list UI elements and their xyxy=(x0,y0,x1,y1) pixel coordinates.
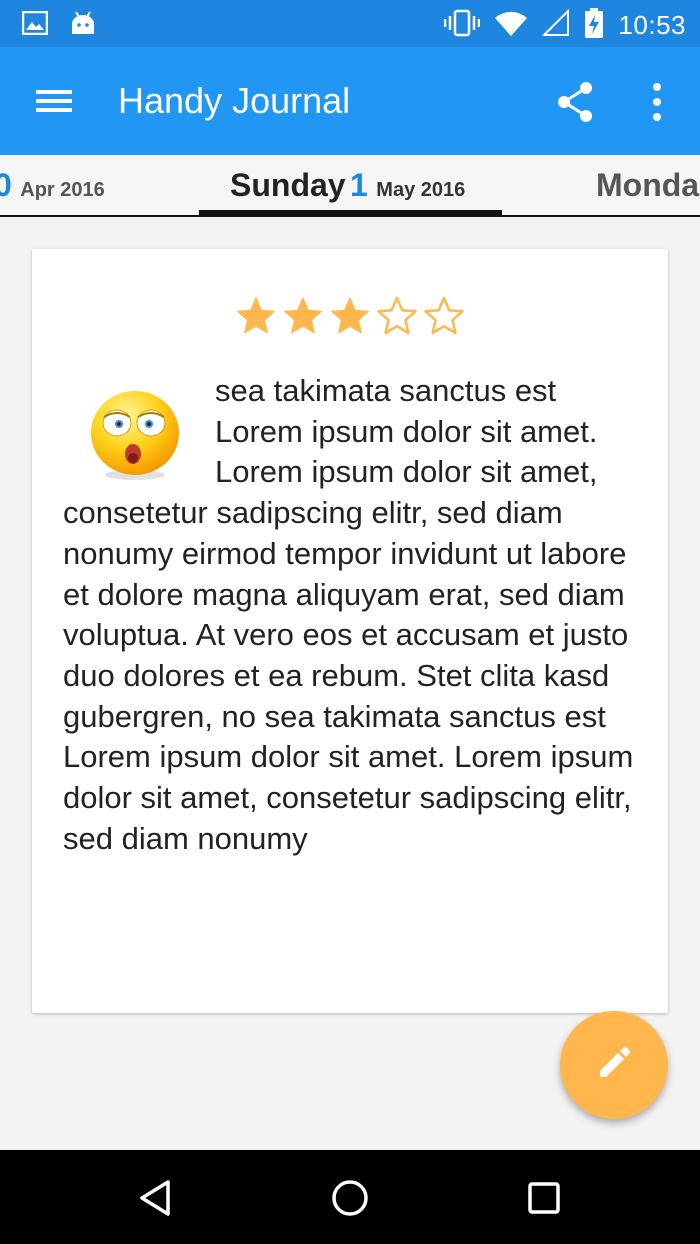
date-tab-day-number: 0 xyxy=(0,167,12,203)
back-icon xyxy=(132,1180,180,1226)
app-bar: Handy Journal xyxy=(0,47,700,155)
share-button[interactable] xyxy=(552,79,600,125)
android-icon xyxy=(70,10,96,41)
date-tab-month-year: May 2016 xyxy=(376,179,466,201)
menu-icon xyxy=(30,90,78,125)
clock: 10:53 xyxy=(618,10,686,40)
vibrate-icon xyxy=(444,9,481,42)
star-filled-icon[interactable] xyxy=(330,296,370,336)
home-icon xyxy=(326,1180,374,1226)
navigation-bar xyxy=(0,1150,700,1244)
image-icon xyxy=(21,10,49,40)
status-bar: 10:53 xyxy=(0,0,700,47)
more-options-button[interactable] xyxy=(640,79,674,125)
journal-entry-card[interactable]: sea takimata sanctus est Lorem ipsum dol… xyxy=(32,249,668,1013)
more-vert-icon xyxy=(640,83,674,129)
date-tab-previous[interactable]: 0 Apr 2016 xyxy=(0,167,105,204)
entry-body: sea takimata sanctus est Lorem ipsum dol… xyxy=(63,371,643,859)
menu-button[interactable] xyxy=(30,81,78,121)
date-tab-current[interactable]: Sunday 1 May 2016 xyxy=(230,167,465,204)
star-filled-icon[interactable] xyxy=(283,296,323,336)
shocked-face-icon xyxy=(87,387,183,483)
back-button[interactable] xyxy=(132,1174,180,1222)
star-empty-icon[interactable] xyxy=(377,296,417,336)
star-filled-icon[interactable] xyxy=(236,296,276,336)
wifi-icon xyxy=(494,9,528,42)
edit-entry-button[interactable] xyxy=(560,1011,668,1119)
recents-icon xyxy=(520,1182,568,1226)
app-title: Handy Journal xyxy=(118,80,351,121)
star-rating[interactable] xyxy=(236,296,464,336)
recents-button[interactable] xyxy=(520,1174,568,1222)
date-tab-day-name: Monda xyxy=(596,167,700,203)
date-tab-next[interactable]: Monda xyxy=(596,167,699,204)
star-empty-icon[interactable] xyxy=(424,296,464,336)
home-button[interactable] xyxy=(326,1174,374,1222)
tab-indicator xyxy=(199,210,502,215)
date-tab-month-year: Apr 2016 xyxy=(20,179,105,201)
share-icon xyxy=(552,82,600,129)
date-tabs: 0 Apr 2016 Sunday 1 May 2016 Monda xyxy=(0,155,700,217)
date-tab-day-name: Sunday xyxy=(230,167,346,203)
signal-icon xyxy=(542,8,570,42)
date-tab-day-number: 1 xyxy=(350,167,368,203)
pencil-icon xyxy=(594,1043,634,1088)
battery-charging-icon xyxy=(584,8,604,43)
